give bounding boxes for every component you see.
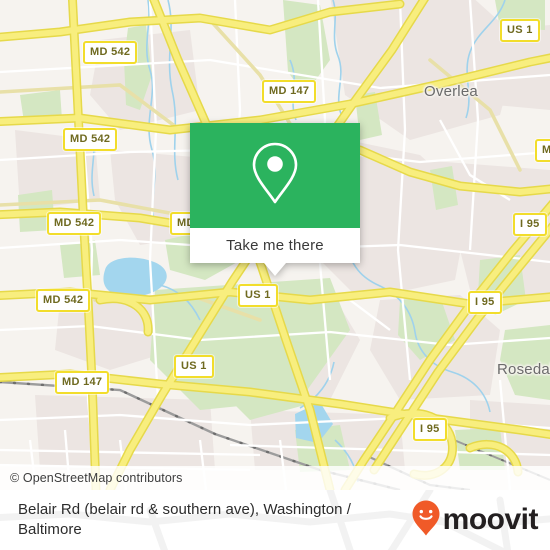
map-canvas[interactable]: Overlea Rosedale MD 542 MD 147 US 1 MD 5… xyxy=(0,0,550,490)
moovit-wordmark: moovit xyxy=(442,503,539,536)
route-shield-i-95-mid[interactable]: I 95 xyxy=(468,291,502,314)
place-label-overlea: Overlea xyxy=(424,83,478,100)
route-shield-i-95-right[interactable]: I 95 xyxy=(513,213,547,236)
stop-title: Belair Rd (belair rd & southern ave), Wa… xyxy=(18,501,351,538)
route-shield-md-542-low[interactable]: MD 542 xyxy=(36,289,91,312)
popup-footer[interactable]: Take me there xyxy=(190,228,360,276)
route-shield-md-cut-right[interactable]: MD xyxy=(535,139,550,162)
route-shield-md-542-mid[interactable]: MD 542 xyxy=(63,128,118,151)
popup-tail-pointer xyxy=(264,263,286,276)
map-attribution-bar: © OpenStreetMap contributors xyxy=(0,466,550,490)
route-shield-us-1-low[interactable]: US 1 xyxy=(174,355,214,378)
route-shield-md-147-low[interactable]: MD 147 xyxy=(55,371,110,394)
route-shield-us-1-topright[interactable]: US 1 xyxy=(500,19,540,42)
bottom-info-bar: Belair Rd (belair rd & southern ave), Wa… xyxy=(0,490,550,550)
route-shield-md-147-top[interactable]: MD 147 xyxy=(262,80,317,103)
route-shield-i-95-bottom[interactable]: I 95 xyxy=(413,418,447,441)
take-me-there-button[interactable]: Take me there xyxy=(226,237,324,254)
map-pin-icon xyxy=(250,141,300,210)
openstreetmap-attribution[interactable]: © OpenStreetMap contributors xyxy=(0,471,183,485)
smiling-pin-icon xyxy=(411,499,441,542)
route-shield-md-542-north[interactable]: MD 542 xyxy=(83,41,138,64)
route-shield-md-542-left[interactable]: MD 542 xyxy=(47,212,102,235)
place-label-rosedale: Rosedale xyxy=(497,361,550,378)
moovit-logo[interactable]: moovit xyxy=(411,499,539,542)
popup-header xyxy=(190,123,360,228)
route-shield-us-1-center[interactable]: US 1 xyxy=(238,284,278,307)
location-popup-card[interactable]: Take me there xyxy=(190,123,360,276)
